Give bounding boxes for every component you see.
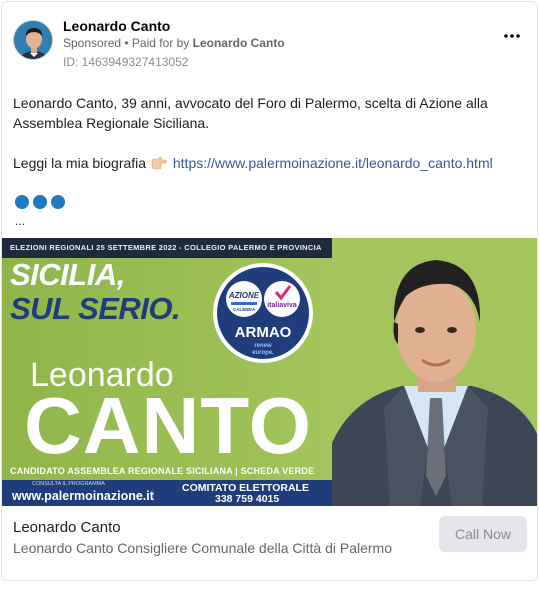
election-banner-text: ELEZIONI REGIONALI 25 SETTEMBRE 2022 - C…	[10, 243, 322, 252]
blue-circle-icon	[33, 195, 47, 209]
ad-id: ID: 1463949327413052	[63, 55, 189, 69]
sponsored-meta: Sponsored • Paid for by Leonardo Canto	[63, 36, 285, 50]
see-more-ellipsis[interactable]: ...	[15, 214, 25, 228]
bio-link[interactable]: https://www.palermoinazione.it/leonardo_…	[173, 155, 493, 171]
logo-azione: AZIONE	[228, 291, 260, 300]
ad-creative-image[interactable]: ELEZIONI REGIONALI 25 SETTEMBRE 2022 - C…	[2, 238, 537, 506]
ellipsis-icon	[504, 34, 520, 38]
logo-renew: renew	[254, 343, 272, 349]
phone-number: 338 759 4015	[215, 493, 280, 505]
footer-description: Leonardo Canto Consigliere Comunale dell…	[13, 540, 392, 556]
logo-europe: europe.	[252, 350, 274, 356]
post-text-intro: Leonardo Canto, 39 anni, avvocato del Fo…	[13, 95, 488, 131]
bio-prefix: Leggi la mia biografia	[13, 155, 147, 171]
website-text: www.palermoinazione.it	[12, 489, 154, 503]
azione-italiaviva-armao-logo: AZIONE CALENDA italiaviva ARMAO renew eu…	[213, 263, 313, 363]
payer-name[interactable]: Leonardo Canto	[193, 36, 285, 50]
ad-card: Leonardo Canto Sponsored • Paid for by L…	[1, 1, 538, 581]
avatar[interactable]	[13, 20, 53, 60]
call-now-button[interactable]: Call Now	[439, 516, 527, 552]
pointing-right-emoji-icon	[151, 156, 167, 170]
candidate-portrait-image	[332, 238, 537, 506]
page-name[interactable]: Leonardo Canto	[63, 18, 170, 34]
blue-circle-icon	[51, 195, 65, 209]
avatar-portrait-icon	[14, 21, 52, 59]
blue-circle-icon	[15, 195, 29, 209]
consulta-label: CONSULTA IL PROGRAMMA	[32, 481, 105, 487]
post-header: Leonardo Canto Sponsored • Paid for by L…	[13, 18, 528, 70]
candidate-subtitle: CANDIDATO ASSEMBLEA REGIONALE SICILIANA …	[10, 466, 315, 476]
footer-title[interactable]: Leonardo Canto	[13, 519, 121, 536]
blue-dots-emoji	[15, 195, 69, 209]
ad-footer[interactable]: Leonardo Canto Leonardo Canto Consiglier…	[2, 506, 537, 580]
logo-calenda: CALENDA	[233, 307, 256, 312]
more-options-button[interactable]	[500, 28, 524, 44]
candidate-last-name: CANTO	[24, 381, 312, 470]
sponsored-label: Sponsored	[63, 36, 122, 50]
paid-for-label: • Paid for by	[124, 36, 190, 50]
post-body: Leonardo Canto, 39 anni, avvocato del Fo…	[13, 93, 528, 173]
logo-armao: ARMAO	[235, 324, 292, 341]
bio-line: Leggi la mia biografia https://www.paler…	[13, 153, 528, 173]
contact-bar: CONSULTA IL PROGRAMMA www.palermoinazion…	[2, 480, 332, 506]
slogan-line2: SUL SERIO.	[10, 291, 181, 326]
slogan-line1: SICILIA,	[10, 257, 125, 292]
logo-italiaviva: italiaviva	[267, 302, 297, 309]
